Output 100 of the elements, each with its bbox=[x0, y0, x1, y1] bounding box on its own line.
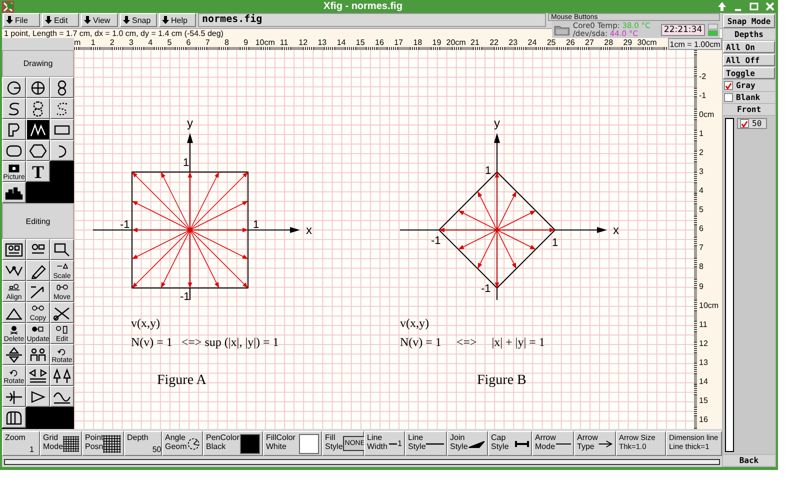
tool-button[interactable] bbox=[26, 365, 50, 386]
indicator-button[interactable]: Arrow Mode bbox=[532, 431, 574, 456]
vertical-scrollbar[interactable] bbox=[725, 118, 734, 452]
layer-button[interactable]: Toggle bbox=[723, 67, 775, 79]
line-width-value: 1 bbox=[398, 439, 402, 448]
window-title: Xfig - normes.fig bbox=[322, 1, 404, 12]
horizontal-scrollbar[interactable] bbox=[4, 459, 720, 465]
tool-button[interactable] bbox=[26, 119, 50, 140]
indicator-button[interactable]: Depth 50 bbox=[124, 431, 162, 456]
tick-label: 1 bbox=[552, 237, 558, 249]
ruler-label: 20cm bbox=[446, 38, 466, 49]
close-icon[interactable] bbox=[764, 1, 776, 12]
tool-button[interactable] bbox=[2, 77, 26, 98]
snap-mode-button[interactable]: Snap Mode bbox=[723, 14, 775, 28]
ruler-label: 23 bbox=[508, 38, 519, 49]
tool-button[interactable] bbox=[50, 365, 74, 386]
ruler-label: 21 bbox=[469, 38, 480, 49]
tool-button[interactable] bbox=[26, 140, 50, 161]
tool-button[interactable] bbox=[50, 119, 74, 140]
tool-button[interactable] bbox=[26, 98, 50, 119]
ruler-label: 18 bbox=[412, 38, 424, 49]
tool-button[interactable] bbox=[50, 386, 74, 407]
tool-button[interactable] bbox=[2, 119, 26, 140]
tool-button[interactable] bbox=[26, 386, 50, 407]
maximize-icon[interactable] bbox=[748, 1, 760, 12]
app-icon bbox=[2, 0, 14, 12]
tool-button[interactable] bbox=[26, 77, 50, 98]
tool-button[interactable] bbox=[2, 182, 26, 203]
indicator-button[interactable]: Grid Mode bbox=[40, 431, 82, 456]
ruler-label: 13 bbox=[316, 38, 328, 49]
ruler-label: 15 bbox=[354, 38, 366, 49]
indicator-button[interactable]: PenColor Black bbox=[203, 431, 263, 456]
ruler-label: 9 bbox=[698, 280, 704, 293]
scale-label: 1cm = 1.00cm bbox=[668, 38, 722, 50]
tool-button[interactable] bbox=[2, 98, 26, 119]
indicator-button[interactable]: Angle Geom bbox=[162, 431, 203, 456]
indicator-button[interactable]: Arrow Type bbox=[574, 431, 616, 456]
tool-button[interactable] bbox=[50, 239, 74, 260]
grouped-shapes-icon bbox=[4, 242, 24, 258]
ruler-label: 8 bbox=[698, 261, 704, 274]
tool-button[interactable] bbox=[26, 281, 50, 302]
ruler-label: 12 bbox=[298, 38, 309, 49]
layer-button[interactable]: All Off bbox=[723, 54, 775, 66]
tool-button[interactable] bbox=[2, 239, 26, 260]
depths-label: Depths bbox=[723, 29, 775, 40]
ruler-label: 29 bbox=[622, 38, 634, 49]
down-arrow-icon bbox=[162, 16, 169, 24]
tool-button[interactable] bbox=[2, 344, 26, 365]
formula-text: N(v) = 1 <=> sup (|x|, |y|) = 1 bbox=[131, 335, 279, 349]
framed-box-icon bbox=[52, 242, 72, 258]
ruler-label: -1 bbox=[698, 90, 708, 102]
down-arrow-icon bbox=[6, 16, 13, 24]
up-arrow-icon[interactable] bbox=[716, 1, 728, 12]
menu-button[interactable]: View bbox=[81, 13, 118, 27]
people-icon bbox=[28, 346, 48, 362]
layer-button[interactable]: All On bbox=[723, 41, 775, 53]
grid-icon bbox=[63, 434, 79, 454]
menu-button[interactable]: Edit bbox=[42, 13, 79, 27]
tool-button[interactable] bbox=[26, 260, 50, 281]
tool-button[interactable] bbox=[2, 140, 26, 161]
tool-button[interactable]: T bbox=[26, 161, 50, 182]
indicator-button[interactable]: Line Width 1 bbox=[364, 431, 405, 456]
ruler-label: 12 bbox=[698, 338, 709, 350]
tool-button[interactable] bbox=[2, 386, 26, 407]
indicator-button[interactable]: Join Style bbox=[447, 431, 488, 456]
line-sample-icon bbox=[426, 442, 444, 446]
ruler-label: 3 bbox=[128, 38, 134, 49]
tool-button[interactable] bbox=[50, 77, 74, 98]
formula-text: v(x,y) bbox=[400, 316, 429, 330]
cap-style-icon bbox=[515, 438, 529, 448]
rounded-rectangle-icon bbox=[4, 142, 24, 158]
checkbox[interactable] bbox=[724, 93, 733, 102]
menu-button[interactable]: File bbox=[3, 13, 40, 27]
menu-button[interactable]: Snap bbox=[120, 13, 157, 27]
arrow-icon bbox=[598, 438, 613, 448]
axis-label: y bbox=[494, 116, 500, 130]
axis-label: x bbox=[613, 223, 619, 237]
ruler-label: 3 bbox=[698, 166, 704, 178]
down-arrow-icon bbox=[84, 16, 91, 24]
tool-button[interactable] bbox=[2, 407, 26, 428]
indicator-button[interactable]: Cap Style bbox=[488, 431, 532, 456]
checkbox[interactable] bbox=[724, 81, 733, 90]
ruler-label: m bbox=[74, 38, 82, 49]
checkbox[interactable] bbox=[740, 119, 749, 128]
ruler-label: 1 bbox=[698, 128, 704, 140]
indicator-button[interactable]: FillColor White bbox=[263, 431, 322, 456]
tool-button[interactable] bbox=[26, 344, 50, 365]
indicator-button[interactable]: Line Style bbox=[405, 431, 447, 456]
indicator-button[interactable]: Zoom 1 bbox=[2, 431, 40, 456]
tick-label: -1 bbox=[481, 283, 491, 295]
ruler-label: 7 bbox=[204, 38, 211, 49]
tool-button[interactable] bbox=[50, 302, 74, 323]
tool-button[interactable] bbox=[2, 260, 26, 281]
tool-button[interactable] bbox=[50, 98, 74, 119]
menu-button[interactable]: Help bbox=[159, 13, 196, 27]
ruler-label: 15 bbox=[698, 394, 709, 407]
tool-button[interactable] bbox=[26, 239, 50, 260]
tool-button[interactable] bbox=[2, 302, 26, 323]
indicator-button[interactable]: Point Posn bbox=[82, 431, 124, 456]
tool-button[interactable] bbox=[50, 140, 74, 161]
